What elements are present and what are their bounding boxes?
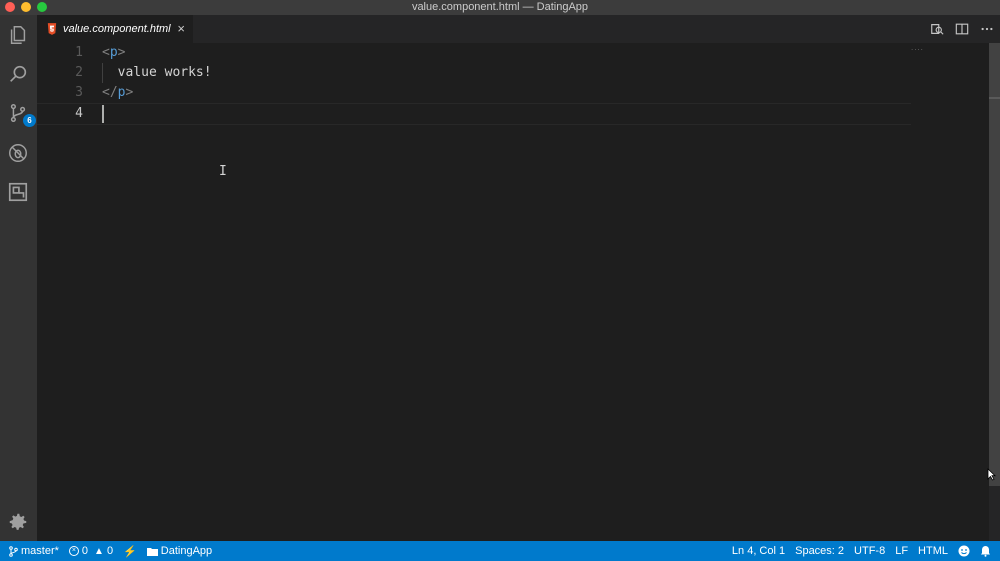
more-actions-icon[interactable] — [979, 22, 994, 37]
tag-close-bracket: > — [125, 85, 134, 100]
folder-icon — [146, 547, 158, 556]
line-number: 2 — [75, 65, 83, 80]
search-icon[interactable] — [6, 62, 30, 86]
window-title: value.component.html — DatingApp — [411, 1, 589, 13]
folder-status[interactable]: DatingApp — [142, 541, 217, 561]
cursor-position[interactable]: Ln 4, Col 1 — [727, 541, 790, 561]
close-icon[interactable]: × — [177, 21, 185, 36]
mouse-pointer-icon — [987, 468, 996, 484]
branch-status[interactable]: master* — [4, 541, 64, 561]
line-content: <p> — [102, 43, 125, 63]
status-bar: master* × 0 ▲ 0 ⚡ DatingApp Ln 4, Col 1 … — [0, 541, 1000, 561]
code-editor[interactable]: 1 <p> 2 value works! 3 </p> 4 I .... — [37, 43, 989, 541]
extensions-icon[interactable] — [6, 180, 30, 204]
error-count: 0 — [81, 545, 89, 557]
tag-name: p — [109, 45, 118, 60]
error-icon: × — [68, 546, 79, 556]
language-mode[interactable]: HTML — [913, 541, 953, 561]
editor-actions — [929, 15, 994, 43]
indentation-status[interactable]: Spaces: 2 — [790, 541, 849, 561]
eol-status[interactable]: LF — [890, 541, 913, 561]
live-share-status[interactable]: ⚡ — [118, 541, 142, 561]
problems-status[interactable]: × 0 ▲ 0 — [64, 541, 118, 561]
tab-bar: value.component.html × — [37, 15, 1000, 43]
html5-icon — [47, 23, 57, 35]
tag-open-bracket: < — [102, 45, 110, 60]
split-editor-icon[interactable] — [954, 22, 969, 37]
activity-bar: 6 — [0, 15, 37, 541]
files-icon[interactable] — [6, 23, 30, 47]
warning-count: 0 — [106, 545, 114, 557]
line-content: </p> — [102, 83, 133, 103]
minimap[interactable]: .... — [911, 43, 924, 52]
scrollbar-cursor-marker — [989, 97, 1000, 99]
code-line: 2 value works! — [37, 63, 911, 83]
ibeam-cursor-icon: I — [219, 164, 227, 179]
tab-label: value.component.html — [63, 23, 171, 35]
scrollbar-thumb[interactable] — [989, 43, 1000, 486]
gear-icon[interactable] — [6, 510, 30, 534]
pulse-icon: ⚡ — [123, 545, 137, 558]
git-branch-icon[interactable]: 6 — [6, 101, 36, 127]
bell-icon[interactable] — [975, 541, 996, 561]
text-cursor — [102, 105, 104, 123]
tag-open-bracket: </ — [102, 85, 118, 100]
folder-name: DatingApp — [160, 545, 213, 557]
line-number: 1 — [75, 45, 83, 60]
line-number: 3 — [75, 85, 83, 100]
git-branch-icon — [9, 545, 18, 557]
title-bar: value.component.html — DatingApp — [0, 0, 1000, 15]
encoding-status[interactable]: UTF-8 — [849, 541, 890, 561]
tag-close-bracket: > — [117, 45, 126, 60]
source-control-badge: 6 — [23, 114, 36, 127]
code-line: 3 </p> — [37, 83, 911, 103]
branch-name: master* — [21, 545, 59, 557]
line-content: value works! — [102, 65, 212, 80]
code-line: 1 <p> — [37, 43, 911, 63]
current-line: 4 — [37, 103, 911, 125]
open-preview-icon[interactable] — [929, 22, 944, 37]
tab-value-component-html[interactable]: value.component.html × — [37, 15, 193, 43]
line-number: 4 — [75, 106, 83, 121]
indent-guide — [102, 63, 103, 83]
debug-icon[interactable] — [6, 141, 30, 165]
feedback-icon[interactable] — [953, 541, 975, 561]
warning-icon: ▲ — [94, 545, 104, 557]
